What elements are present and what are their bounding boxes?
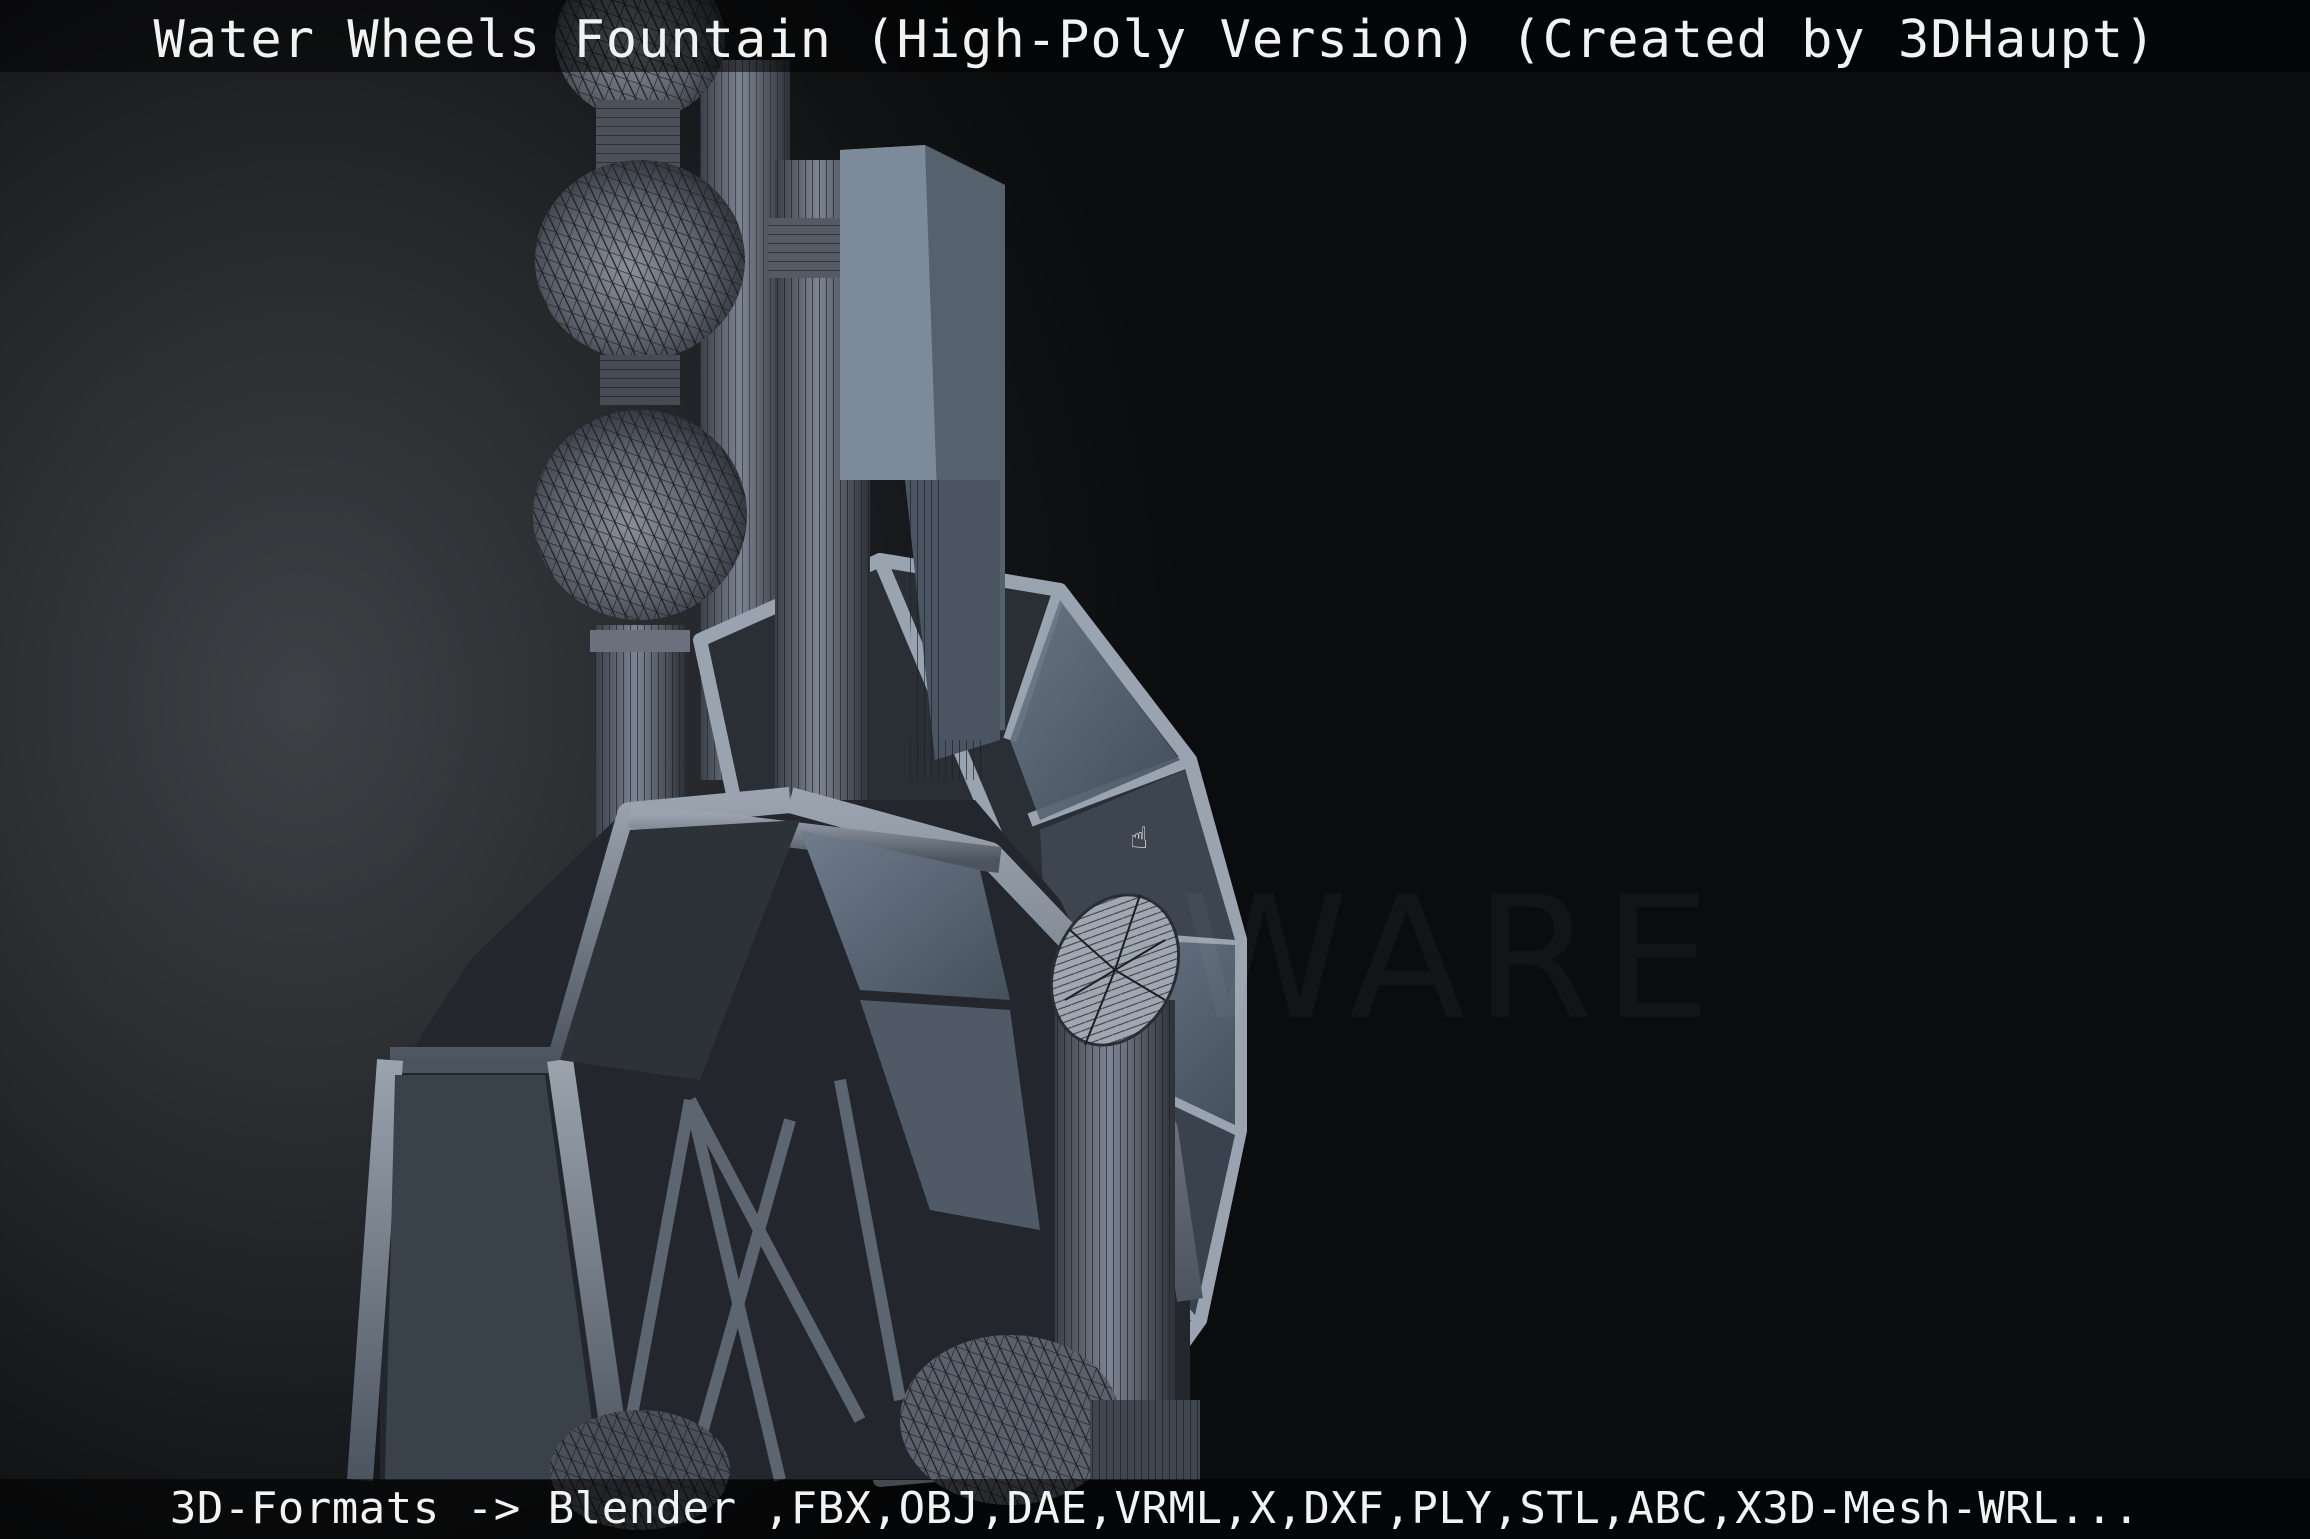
hand-pointer-icon: ☝	[1130, 821, 1149, 856]
lower-sphere	[533, 410, 747, 620]
3d-viewport[interactable]: WARE ☝ Water Wheels Fountain (High-Poly …	[0, 0, 2310, 1539]
formats-text: 3D-Formats -> Blender ,FBX,OBJ,DAE,VRML,…	[169, 1483, 2141, 1534]
title-caption: Water Wheels Fountain (High-Poly Version…	[0, 0, 2310, 72]
model-render[interactable]	[0, 0, 2310, 1539]
title-text: Water Wheels Fountain (High-Poly Version…	[153, 10, 2157, 70]
watermark-text: WARE	[1180, 860, 1721, 1058]
formats-caption: 3D-Formats -> Blender ,FBX,OBJ,DAE,VRML,…	[0, 1479, 2310, 1539]
